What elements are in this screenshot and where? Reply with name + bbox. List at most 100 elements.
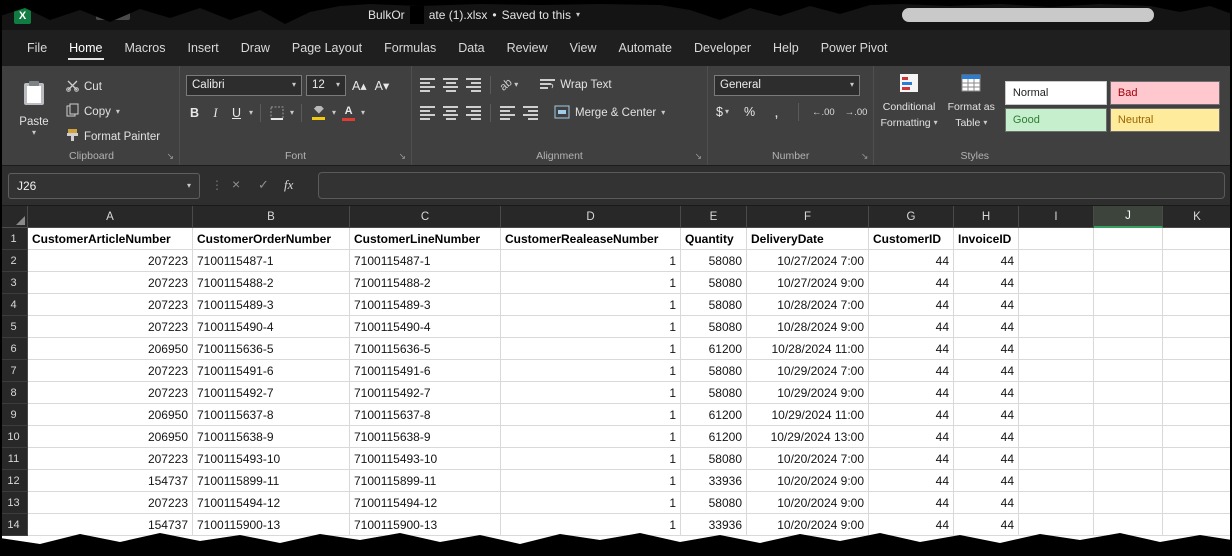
cell-F10[interactable]: 10/29/2024 13:00	[747, 426, 869, 448]
search-box[interactable]	[902, 8, 1154, 22]
align-center-button[interactable]	[441, 103, 460, 123]
tab-home[interactable]: Home	[58, 33, 113, 63]
name-box[interactable]: J26 ▾	[8, 173, 200, 199]
merge-center-chevron-icon[interactable]: ▾	[661, 109, 665, 117]
cell-I14[interactable]	[1019, 514, 1094, 536]
cell-E12[interactable]: 33936	[681, 470, 747, 492]
cell-C7[interactable]: 7100115491-6	[350, 360, 501, 382]
cell-G5[interactable]: 44	[869, 316, 954, 338]
cell-A11[interactable]: 207223	[28, 448, 193, 470]
tab-page-layout[interactable]: Page Layout	[281, 33, 373, 63]
cell-K9[interactable]	[1163, 404, 1232, 426]
font-color-chevron-icon[interactable]: ▾	[361, 109, 365, 117]
cell-E11[interactable]: 58080	[681, 448, 747, 470]
cell-G10[interactable]: 44	[869, 426, 954, 448]
comma-style-button[interactable]: ,	[768, 102, 785, 122]
cell-A8[interactable]: 207223	[28, 382, 193, 404]
cell-B9[interactable]: 7100115637-8	[193, 404, 350, 426]
column-header-F[interactable]: F	[747, 206, 869, 228]
cell-G3[interactable]: 44	[869, 272, 954, 294]
cell-B4[interactable]: 7100115489-3	[193, 294, 350, 316]
cell-H3[interactable]: 44	[954, 272, 1019, 294]
cell-J9[interactable]	[1094, 404, 1163, 426]
cell-E9[interactable]: 61200	[681, 404, 747, 426]
cell-D12[interactable]: 1	[501, 470, 681, 492]
column-header-A[interactable]: A	[28, 206, 193, 228]
number-format-combobox[interactable]: General ▾	[714, 75, 860, 96]
cell-C8[interactable]: 7100115492-7	[350, 382, 501, 404]
cell-G4[interactable]: 44	[869, 294, 954, 316]
cell-C10[interactable]: 7100115638-9	[350, 426, 501, 448]
row-header-2[interactable]: 2	[0, 250, 28, 272]
cell-F6[interactable]: 10/28/2024 11:00	[747, 338, 869, 360]
borders-chevron-icon[interactable]: ▾	[290, 109, 294, 117]
cell-K7[interactable]	[1163, 360, 1232, 382]
underline-chevron-icon[interactable]: ▾	[249, 109, 253, 117]
cell-C1[interactable]: CustomerLineNumber	[350, 228, 501, 250]
cell-H8[interactable]: 44	[954, 382, 1019, 404]
cell-G1[interactable]: CustomerID	[869, 228, 954, 250]
cell-I12[interactable]	[1019, 470, 1094, 492]
merge-center-button[interactable]: Merge & Center ▾	[554, 103, 665, 124]
cell-K13[interactable]	[1163, 492, 1232, 514]
tab-file[interactable]: File	[16, 33, 58, 63]
column-header-I[interactable]: I	[1019, 206, 1094, 228]
cell-G8[interactable]: 44	[869, 382, 954, 404]
cell-C9[interactable]: 7100115637-8	[350, 404, 501, 426]
copy-chevron-icon[interactable]: ▾	[116, 108, 120, 116]
conditional-formatting-chevron-icon[interactable]: ▾	[934, 119, 938, 127]
font-color-button[interactable]: A	[340, 103, 357, 123]
row-header-7[interactable]: 7	[0, 360, 28, 382]
cell-D5[interactable]: 1	[501, 316, 681, 338]
row-header-11[interactable]: 11	[0, 448, 28, 470]
cell-I2[interactable]	[1019, 250, 1094, 272]
orientation-button[interactable]: ab ▾	[498, 75, 520, 95]
currency-button[interactable]: $ ▾	[714, 102, 731, 122]
underline-button[interactable]: U	[228, 103, 245, 123]
tab-developer[interactable]: Developer	[683, 33, 762, 63]
increase-decimal-button[interactable]: ←.00	[812, 107, 835, 118]
cell-B6[interactable]: 7100115636-5	[193, 338, 350, 360]
cell-H12[interactable]: 44	[954, 470, 1019, 492]
format-as-table-button[interactable]: Format as Table▾	[948, 71, 995, 130]
percent-button[interactable]: %	[741, 102, 758, 122]
cell-I4[interactable]	[1019, 294, 1094, 316]
paste-chevron-icon[interactable]: ▾	[32, 129, 36, 137]
insert-function-button[interactable]: fx	[284, 177, 293, 193]
cell-J1[interactable]	[1094, 228, 1163, 250]
cell-G6[interactable]: 44	[869, 338, 954, 360]
tab-draw[interactable]: Draw	[230, 33, 281, 63]
cell-J5[interactable]	[1094, 316, 1163, 338]
borders-button[interactable]	[268, 103, 286, 123]
bold-button[interactable]: B	[186, 103, 203, 123]
align-right-button[interactable]	[464, 103, 483, 123]
cell-F13[interactable]: 10/20/2024 9:00	[747, 492, 869, 514]
column-header-K[interactable]: K	[1163, 206, 1232, 228]
cell-E2[interactable]: 58080	[681, 250, 747, 272]
cell-A6[interactable]: 206950	[28, 338, 193, 360]
cell-E13[interactable]: 58080	[681, 492, 747, 514]
cell-E4[interactable]: 58080	[681, 294, 747, 316]
cell-I13[interactable]	[1019, 492, 1094, 514]
cell-J11[interactable]	[1094, 448, 1163, 470]
font-name-combobox[interactable]: Calibri ▾	[186, 75, 302, 96]
row-header-4[interactable]: 4	[0, 294, 28, 316]
align-middle-button[interactable]	[441, 75, 460, 95]
cell-J8[interactable]	[1094, 382, 1163, 404]
italic-button[interactable]: I	[207, 103, 224, 123]
copy-button[interactable]: Copy ▾	[66, 101, 160, 122]
cancel-button[interactable]: ×	[232, 176, 240, 192]
tab-power-pivot[interactable]: Power Pivot	[810, 33, 899, 63]
cell-K8[interactable]	[1163, 382, 1232, 404]
paste-button[interactable]: Paste ▾	[10, 71, 58, 145]
cell-D8[interactable]: 1	[501, 382, 681, 404]
tab-formulas[interactable]: Formulas	[373, 33, 447, 63]
cell-G7[interactable]: 44	[869, 360, 954, 382]
cell-H7[interactable]: 44	[954, 360, 1019, 382]
tab-macros[interactable]: Macros	[114, 33, 177, 63]
column-header-B[interactable]: B	[193, 206, 350, 228]
cell-F4[interactable]: 10/28/2024 7:00	[747, 294, 869, 316]
row-header-3[interactable]: 3	[0, 272, 28, 294]
cell-B11[interactable]: 7100115493-10	[193, 448, 350, 470]
cell-D7[interactable]: 1	[501, 360, 681, 382]
